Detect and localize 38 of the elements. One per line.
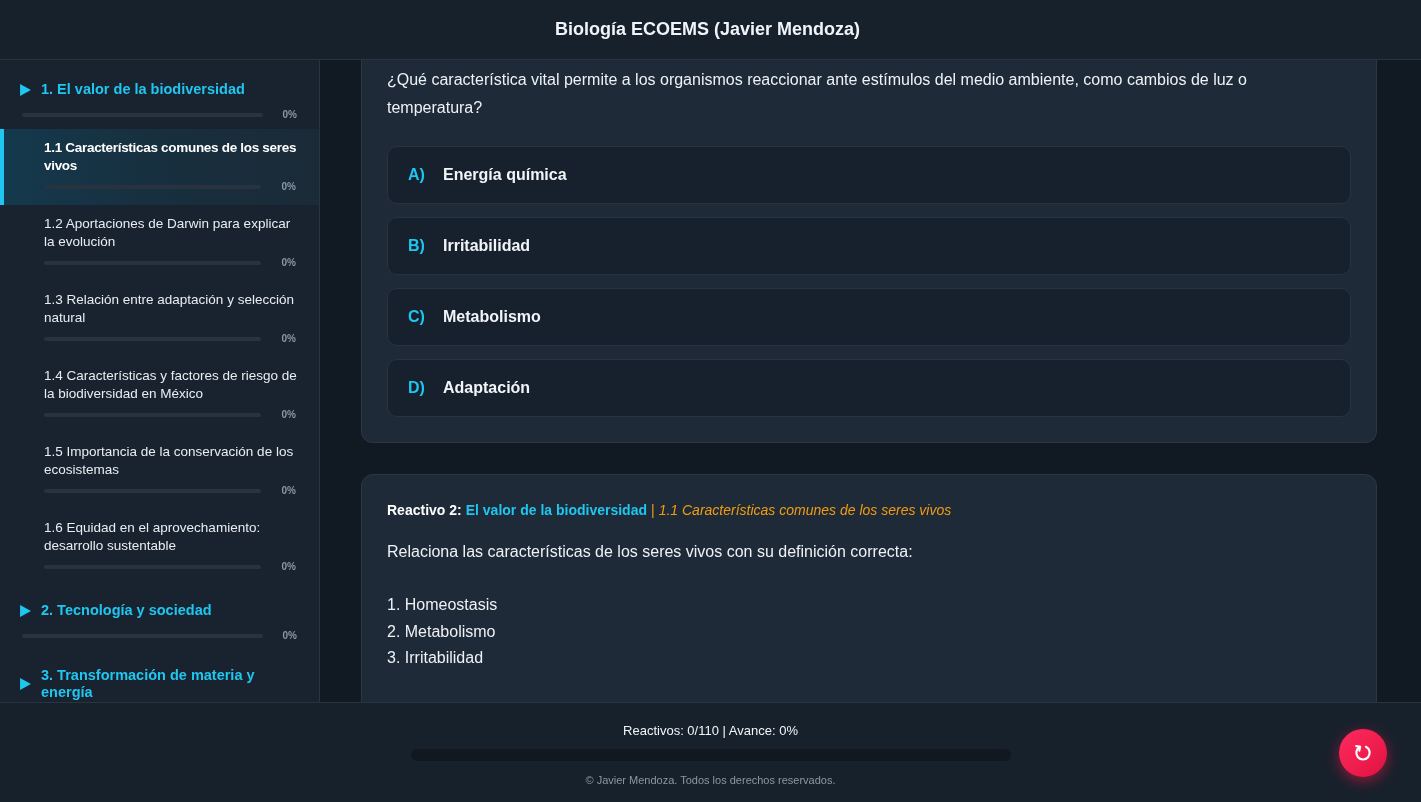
subtopic-label: 1.1 Características comunes de los seres vivos [658, 501, 952, 520]
answer-option[interactable]: C) Metabolismo [387, 288, 1351, 346]
percent-label: 0% [282, 109, 297, 121]
refresh-icon [1353, 743, 1373, 763]
chapter-title[interactable]: 1. El valor de la biodiversidad [41, 81, 245, 98]
caret-icon [20, 678, 31, 690]
subtopic-title[interactable]: 1.6 Equidad en el aprovechamiento: desarrollo sustentable [44, 519, 299, 555]
caret-icon [20, 83, 31, 96]
app-title: Biología ECOEMS (Javier Mendoza) [554, 18, 862, 41]
progress-summary: Reactivos: 0/110 | Avance: 0% [623, 722, 798, 740]
caret-icon [20, 604, 31, 617]
percent-label: 0% [281, 181, 296, 193]
percent-label: 0% [281, 485, 296, 497]
subtopic-title[interactable]: 1.1 Características comunes de los seres vivos [44, 139, 305, 175]
copyright-text: © Javier Mendoza. Todos los derechos reservados. [585, 773, 836, 788]
percent-label: 0% [281, 409, 296, 421]
list-item: 2. Metabolismo [387, 621, 496, 642]
answer-option[interactable]: A) Energía química [387, 146, 1351, 204]
subtopic-title[interactable]: 1.5 Importancia de la conservación de los ecosistemas [44, 443, 299, 479]
subtopic-item[interactable]: 1.1 Características comunes de los seres vivos 0% [0, 129, 319, 205]
subtopic-title[interactable]: 1.3 Relación entre adaptación y selección natural [44, 291, 299, 327]
chapter-title[interactable]: 2. Tecnología y sociedad [41, 602, 212, 619]
separator: | [651, 501, 655, 520]
question-number: Reactivo 2: [387, 501, 462, 520]
list-item: 1. Homeostasis [387, 595, 498, 615]
question-text: Relaciona las características de los seres vivos con su definición correcta: [387, 542, 914, 562]
percent-label: 0% [282, 630, 297, 642]
question-text: ¿Qué característica vital permite a los organismos reaccionar ante estímulos del medio ambiente, como cambios de luz o temperatura? [387, 70, 1248, 118]
answer-option[interactable]: B) Irritabilidad [387, 217, 1351, 275]
percent-label: 0% [281, 257, 296, 269]
subtopic-title[interactable]: 1.2 Aportaciones de Darwin para explicar la evolución [44, 215, 299, 251]
list-item: 3. Irritabilidad [387, 648, 484, 668]
topic-label: El valor de la biodiversidad [465, 501, 647, 520]
percent-label: 0% [281, 333, 296, 345]
percent-label: 0% [281, 561, 296, 573]
chapter-title[interactable]: 3. Transformación de materia y energía [41, 667, 299, 701]
subtopic-title[interactable]: 1.4 Características y factores de riesgo de la biodiversidad en México [44, 367, 299, 403]
answer-option[interactable]: D) Adaptación [387, 359, 1351, 417]
